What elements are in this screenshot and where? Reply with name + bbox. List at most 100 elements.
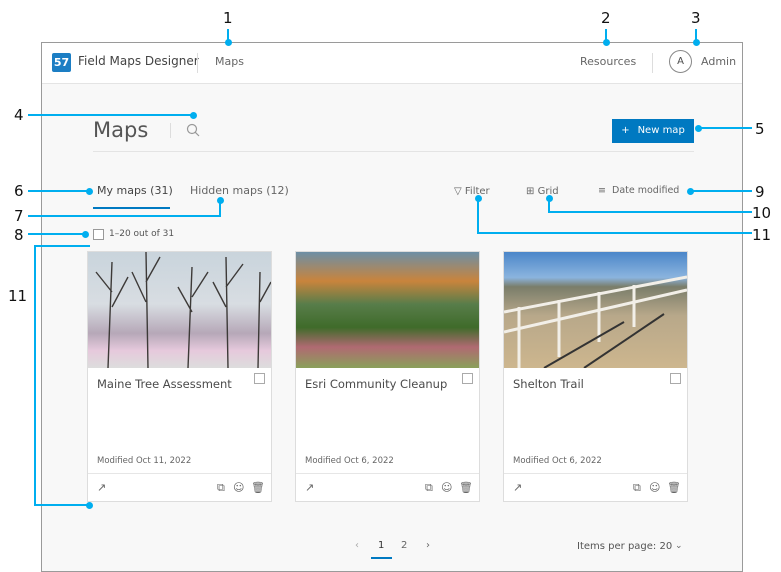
duplicate-icon[interactable]: ⧉ [425,481,433,495]
user-name[interactable]: Admin [701,55,736,68]
top-header: 57 Field Maps Designer Maps Resources A … [42,43,742,84]
divider [88,473,271,474]
items-per-page-select[interactable]: Items per page: 20 [577,541,672,552]
sort-label: Date modified [612,185,680,196]
map-title[interactable]: Shelton Trail [513,377,584,391]
filter-icon: ▽ [454,186,462,197]
callout-line [477,197,479,234]
app-title[interactable]: Field Maps Designer [78,54,199,68]
nav-maps[interactable]: Maps [215,55,244,68]
callout-line [698,127,752,129]
callout-10: 10 [752,204,772,222]
selection-count: 1–20 out of 31 [109,229,175,239]
map-thumbnail[interactable] [296,252,479,368]
duplicate-icon[interactable]: ⧉ [633,481,641,495]
grid-icon: ⊞ [526,186,535,197]
card-checkbox[interactable] [462,373,473,384]
divider [652,53,653,73]
map-card[interactable]: Maine Tree Assessment Modified Oct 11, 2… [87,251,272,502]
next-page-button[interactable]: › [426,540,430,551]
callout-7: 7 [14,207,24,225]
map-card[interactable]: Shelton Trail Modified Oct 6, 2022 ↗ ⧉ ☺… [503,251,688,502]
search-icon[interactable] [186,122,200,137]
callout-11-cards: 11 [8,287,28,305]
prev-page-button[interactable]: ‹ [355,540,359,551]
share-icon[interactable]: ☺ [233,481,244,494]
active-tab-indicator [93,207,170,209]
callout-line [34,504,88,506]
callout-5: 5 [755,120,765,138]
divider [170,123,171,138]
modified-date: Modified Oct 6, 2022 [513,456,602,466]
duplicate-icon[interactable]: ⧉ [217,481,225,495]
callout-line [28,215,221,217]
resources-link[interactable]: Resources [580,55,636,68]
callout-dot [693,39,700,46]
callout-9: 9 [755,183,765,201]
callout-2: 2 [601,9,611,27]
map-card[interactable]: Esri Community Cleanup Modified Oct 6, 2… [295,251,480,502]
share-icon[interactable]: ☺ [441,481,452,494]
app-logo-icon: 57 [52,53,71,72]
callout-line [28,233,85,235]
filter-button[interactable]: ▽ Filter [454,186,490,197]
select-all-checkbox[interactable] [93,229,104,240]
tab-my-maps[interactable]: My maps (31) [97,184,173,197]
page-title: Maps [93,118,149,142]
callout-line [548,211,752,213]
new-map-button[interactable]: + New map [612,119,694,143]
divider [296,473,479,474]
callout-line [477,232,752,234]
trash-icon[interactable]: 🗑 [251,481,265,494]
callout-4: 4 [14,106,24,124]
callout-dot [225,39,232,46]
callout-dot [86,188,93,195]
open-external-icon[interactable]: ↗ [305,481,314,494]
share-icon[interactable]: ☺ [649,481,660,494]
callout-1: 1 [223,9,233,27]
callout-8: 8 [14,226,24,244]
plus-icon: + [621,125,630,136]
callout-dot [695,125,702,132]
callout-line [34,245,90,247]
divider [504,473,687,474]
divider [197,53,198,73]
callout-line [28,190,89,192]
callout-dot [86,502,93,509]
callout-line [28,114,193,116]
card-checkbox[interactable] [670,373,681,384]
chevron-down-icon[interactable]: ⌄ [675,541,683,551]
callout-dot [687,188,694,195]
sort-button[interactable]: ≡ Date modified [598,185,679,196]
callout-6: 6 [14,182,24,200]
map-thumbnail[interactable] [88,252,271,368]
tab-hidden-maps[interactable]: Hidden maps (12) [190,184,289,197]
callout-dot [603,39,610,46]
modified-date: Modified Oct 11, 2022 [97,456,192,466]
callout-dot [546,195,553,202]
callout-dot [82,231,89,238]
callout-line [34,245,36,506]
open-external-icon[interactable]: ↗ [97,481,106,494]
avatar-initial: A [677,56,684,67]
callout-dot [190,112,197,119]
app-window: 57 Field Maps Designer Maps Resources A … [41,42,743,572]
callout-3: 3 [691,9,701,27]
callout-11-filter: 11 [752,226,772,244]
divider [93,151,694,152]
map-title[interactable]: Maine Tree Assessment [97,377,232,391]
callout-dot [217,197,224,204]
sort-icon: ≡ [598,185,606,196]
open-external-icon[interactable]: ↗ [513,481,522,494]
map-thumbnail[interactable] [504,252,687,368]
page-2[interactable]: 2 [401,540,407,551]
map-title[interactable]: Esri Community Cleanup [305,377,447,391]
trash-icon[interactable]: 🗑 [459,481,473,494]
callout-line [690,190,752,192]
grid-button[interactable]: ⊞ Grid [526,186,559,197]
new-map-label: New map [637,125,685,136]
trash-icon[interactable]: 🗑 [667,481,681,494]
page-1[interactable]: 1 [378,540,384,551]
card-checkbox[interactable] [254,373,265,384]
avatar[interactable]: A [669,50,692,73]
